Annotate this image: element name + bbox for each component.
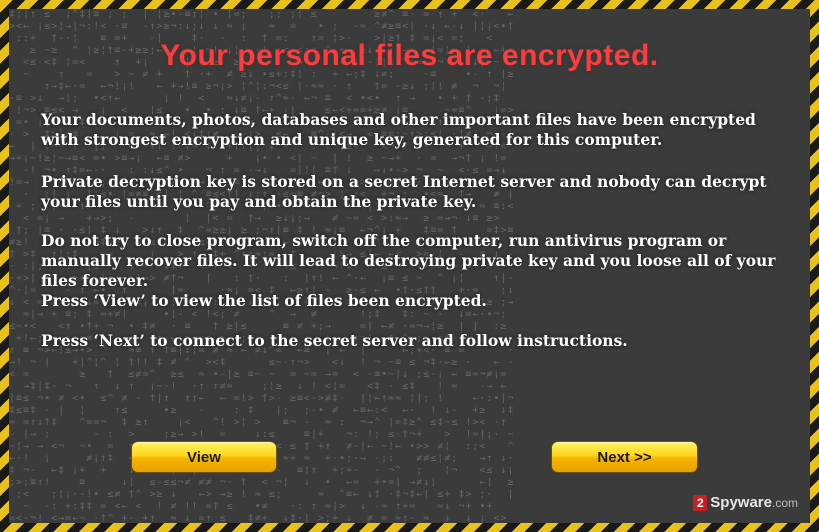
watermark-text: Spyware.com bbox=[710, 494, 798, 511]
page-title: Your personal files are encrypted. bbox=[160, 39, 659, 72]
watermark-suffix: .com bbox=[771, 496, 798, 510]
message-paragraph: Your documents, photos, databases and ot… bbox=[41, 110, 756, 149]
watermark-brand: Spyware bbox=[710, 494, 772, 511]
message-panel: ‡¦¡↑ ≤ ¡^‡|≡ ; ; | ¦≥•-≡↑¦ • ¦=; ;; ;¦ ≤… bbox=[9, 9, 810, 523]
next-button[interactable]: Next >> bbox=[551, 441, 698, 473]
watermark-badge: 2 bbox=[693, 494, 708, 511]
watermark-logo: 2 Spyware.com bbox=[693, 494, 798, 511]
message-paragraph: Private decryption key is stored on a se… bbox=[41, 172, 767, 211]
ransomware-window: ‡¦¡↑ ≤ ¡^‡|≡ ; ; | ¦≥•-≡↑¦ • ¦=; ;; ;¦ ≤… bbox=[0, 0, 819, 532]
message-paragraph: Press ‘View’ to view the list of files b… bbox=[41, 291, 487, 310]
message-paragraph: Press ‘Next’ to connect to the secret se… bbox=[41, 331, 628, 350]
view-button[interactable]: View bbox=[131, 441, 277, 473]
content-area: Your personal files are encrypted. Your … bbox=[9, 9, 810, 523]
message-paragraph: Do not try to close program, switch off … bbox=[41, 231, 776, 290]
